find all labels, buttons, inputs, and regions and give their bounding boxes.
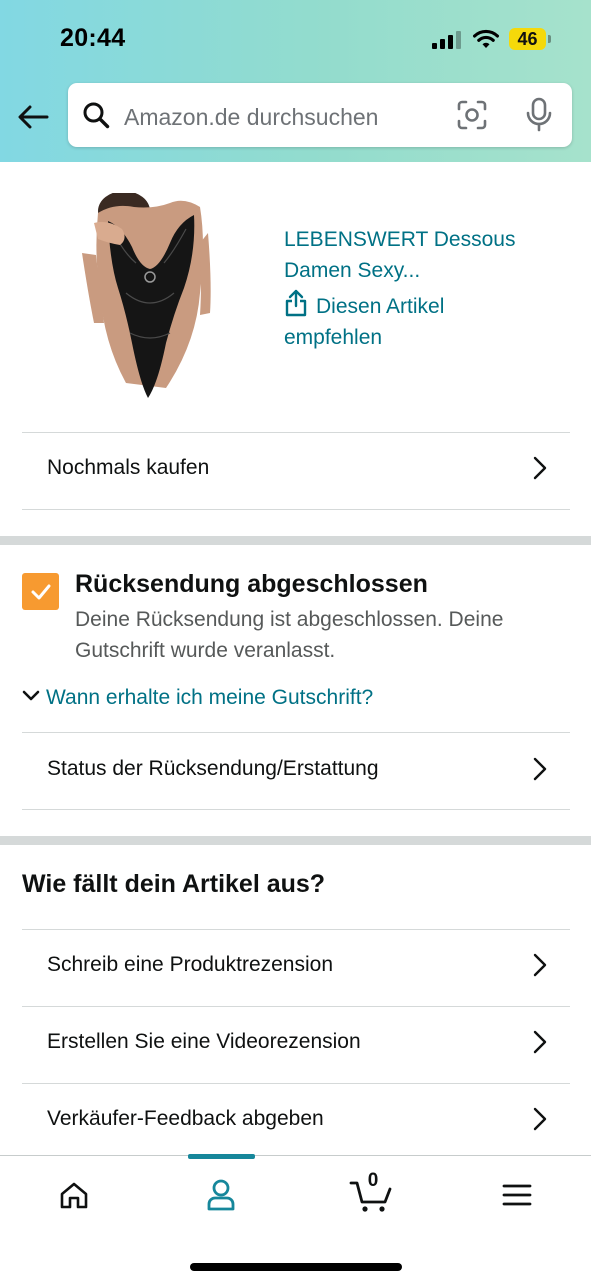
account-icon [207,1179,235,1211]
hamburger-menu-icon [502,1184,532,1206]
product-title-link[interactable]: LEBENSWERT Dessous Damen Sexy... [284,224,574,286]
return-status-title: Rücksendung abgeschlossen [75,570,428,598]
write-review-row[interactable]: Schreib eine Produktrezension [22,927,570,1003]
wifi-icon [473,29,499,48]
nav-account[interactable] [196,1174,246,1216]
product-image[interactable] [74,193,220,405]
seller-feedback-row[interactable]: Verkäufer-Feedback abgeben [22,1081,570,1157]
camera-search-icon[interactable] [456,99,488,131]
search-input[interactable]: Amazon.de durchsuchen [124,83,378,147]
nav-menu[interactable] [492,1174,542,1216]
return-complete-checkbox [22,573,59,610]
battery-tip [548,35,551,43]
product-title-line2[interactable]: Damen Sexy... [284,255,574,286]
return-status-row[interactable]: Status der Rücksendung/Erstattung [22,731,570,807]
divider [22,809,570,810]
product-title-line1[interactable]: LEBENSWERT Dessous [284,224,574,255]
return-status-description: Deine Rücksendung ist abgeschlossen. Dei… [75,608,504,662]
video-review-label: Erstellen Sie eine Videorezension [47,1030,361,1053]
chevron-down-icon [22,690,40,701]
credit-info-label[interactable]: Wann erhalte ich meine Gutschrift? [46,686,373,709]
chevron-right-icon [533,456,547,480]
share-item-link[interactable]: Diesen Artikel empfehlen [284,289,544,353]
status-bar: 20:44 46 [0,0,591,80]
section-separator [0,836,591,845]
battery-level: 46 [517,29,538,49]
back-button[interactable] [14,98,52,136]
checkmark-icon [31,584,50,599]
review-section-heading: Wie fällt dein Artikel aus? [22,870,326,898]
cellular-signal-icon [432,31,461,49]
search-icon [83,102,110,129]
search-bar[interactable]: Amazon.de durchsuchen [68,83,572,147]
share-label-line1[interactable]: Diesen Artikel [316,295,444,318]
active-tab-indicator [188,1154,255,1159]
chevron-right-icon [533,1030,547,1054]
divider [22,509,570,510]
buy-again-row[interactable]: Nochmals kaufen [22,430,570,506]
share-label-line2[interactable]: empfehlen [284,322,544,353]
status-time: 20:44 [60,24,126,52]
return-status-row-label: Status der Rücksendung/Erstattung [47,757,379,780]
app-header: 20:44 46 Amazon.de durchsuchen [0,0,591,162]
credit-info-toggle[interactable]: Wann erhalte ich meine Gutschrift? [22,683,373,713]
home-indicator [190,1263,402,1271]
cart-count-badge: 0 [367,1170,379,1191]
video-review-row[interactable]: Erstellen Sie eine Videorezension [22,1004,570,1080]
seller-feedback-label: Verkäufer-Feedback abgeben [47,1107,324,1130]
write-review-label: Schreib eine Produktrezension [47,953,334,976]
back-arrow-icon [18,105,49,129]
microphone-icon[interactable] [524,97,554,133]
buy-again-label: Nochmals kaufen [47,456,210,479]
chevron-right-icon [533,1107,547,1131]
share-icon [285,289,307,317]
bottom-navigation: 0 [0,1154,591,1280]
nav-home[interactable] [49,1174,99,1216]
home-icon [60,1182,88,1209]
chevron-right-icon [533,953,547,977]
battery-indicator: 46 [509,28,551,50]
nav-cart[interactable]: 0 [346,1170,396,1216]
chevron-right-icon [533,757,547,781]
section-separator [0,536,591,545]
